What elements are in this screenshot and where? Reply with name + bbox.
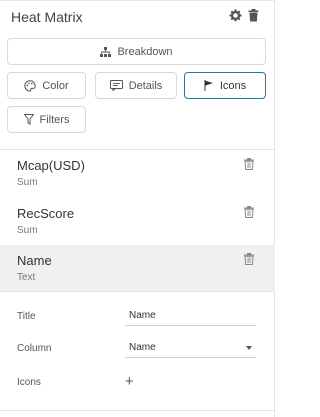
panel-title: Heat Matrix bbox=[11, 9, 83, 25]
chevron-down-icon bbox=[246, 346, 252, 350]
flag-icon bbox=[204, 80, 214, 91]
title-input[interactable]: Name bbox=[125, 306, 256, 326]
hierarchy-icon bbox=[100, 46, 112, 57]
icons-button[interactable]: Icons bbox=[184, 72, 266, 99]
breakdown-label: Breakdown bbox=[117, 45, 173, 58]
icon-settings: Title Name Column Name Icons + bbox=[0, 292, 275, 417]
add-icon[interactable]: + bbox=[125, 374, 134, 389]
filters-button[interactable]: Filters bbox=[7, 106, 86, 133]
color-label: Color bbox=[42, 79, 69, 92]
icons-label: Icons bbox=[219, 79, 247, 92]
icons-setting-label: Icons bbox=[17, 377, 41, 388]
list-item[interactable]: Mcap(USD) Sum bbox=[0, 150, 275, 196]
list-item[interactable]: RecScore Sum bbox=[0, 198, 275, 244]
item-name: Mcap(USD) bbox=[17, 158, 85, 173]
column-selected-value: Name bbox=[129, 342, 156, 353]
item-name: RecScore bbox=[17, 206, 75, 221]
title-label: Title bbox=[17, 311, 36, 322]
breakdown-button[interactable]: Breakdown bbox=[7, 38, 266, 65]
filters-label: Filters bbox=[39, 113, 70, 126]
item-name: Name bbox=[17, 253, 52, 268]
filter-icon bbox=[23, 114, 34, 125]
comment-icon bbox=[109, 80, 123, 91]
trash-icon[interactable] bbox=[243, 252, 255, 265]
details-button[interactable]: Details bbox=[95, 72, 177, 99]
settings-panel: Heat Matrix Breakdown Color Details Icon… bbox=[0, 0, 275, 417]
trash-icon[interactable] bbox=[243, 205, 255, 218]
item-aggregation: Sum bbox=[17, 225, 38, 236]
item-aggregation: Sum bbox=[17, 177, 38, 188]
trash-icon[interactable] bbox=[247, 9, 260, 22]
details-label: Details bbox=[128, 79, 163, 92]
list-item-selected[interactable]: Name Text bbox=[0, 245, 275, 291]
palette-icon bbox=[24, 79, 37, 92]
column-label: Column bbox=[17, 343, 52, 354]
top-divider bbox=[0, 0, 275, 1]
trash-icon[interactable] bbox=[243, 157, 255, 170]
color-button[interactable]: Color bbox=[7, 72, 86, 99]
gear-icon[interactable] bbox=[229, 9, 242, 22]
item-type: Text bbox=[17, 272, 36, 283]
bottom-divider bbox=[0, 410, 275, 411]
column-select[interactable]: Name bbox=[125, 338, 256, 358]
